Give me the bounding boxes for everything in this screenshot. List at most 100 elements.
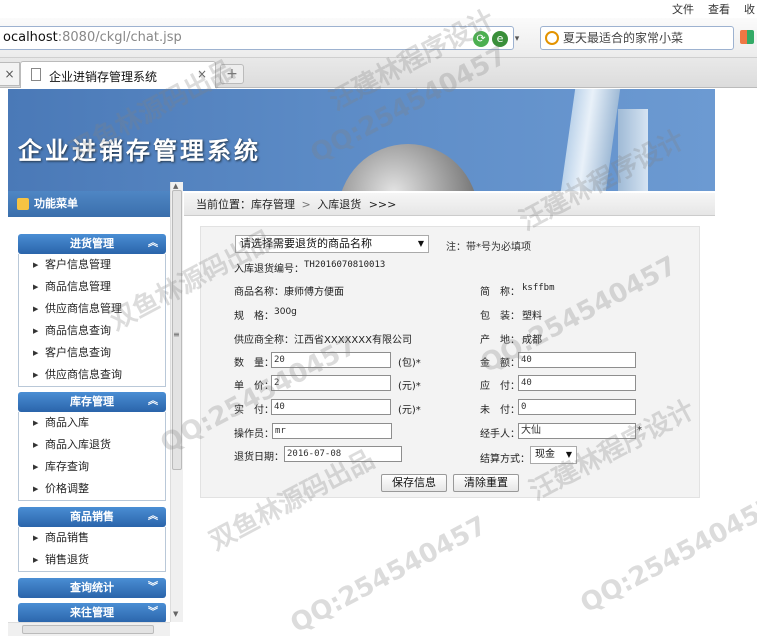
handler-input[interactable]: 大仙 [518,423,636,439]
arrow-right-icon: ▶ [33,371,39,379]
url-host: ocalhost [3,30,58,45]
sidebar-item-goods-manage[interactable]: ▶ 商品信息管理 [19,276,165,298]
hscrollbar-thumb[interactable] [22,625,154,634]
sidebar-item-goods-sales[interactable]: ▶ 商品销售 [19,527,165,549]
globe-image [338,144,478,191]
package-label: 包 装： [480,311,520,322]
sidebar-item-customer-query[interactable]: ▶ 客户信息查询 [19,342,165,364]
sidebar-item-label: 商品信息查询 [45,324,111,337]
return-form: 请选择需要退货的商品名称 ▼ 注：带*号为必填项 入库退货编号： TH201607… [200,226,700,498]
sidebar-hscrollbar[interactable] [8,622,170,636]
menu-group-label: 来往管理 [70,606,114,619]
quantity-unit: (包)* [398,358,421,369]
site-title: 企业进销存管理系统 [18,136,261,165]
supplier-label: 供应商全称： [234,335,294,346]
search-input[interactable]: 夏天最适合的家常小菜 [540,26,734,50]
scroll-down-icon[interactable]: ▼ [173,610,178,618]
sidebar: 功能菜单 进货管理 ︽ ▶ 客户信息管理 ▶ 商品信息管理 ▶ 供应商信息管理 ▶ 商品信… [8,191,183,640]
right-margin [715,89,757,640]
chevron-down-icon: ︾ [148,582,158,593]
tab-active[interactable]: 企业进销存管理系统 × [20,61,216,88]
sidebar-item-sales-return[interactable]: ▶ 销售退货 [19,549,165,571]
amount-input[interactable]: 40 [518,352,636,368]
goods-select-value: 请选择需要退货的商品名称 [240,237,372,250]
menu-favorites[interactable]: 收 [744,1,755,17]
building-image-2 [618,109,648,191]
browser-menubar: 文件 查看 收 [0,0,757,18]
menu-file[interactable]: 文件 [672,1,694,17]
scroll-up-icon[interactable]: ▲ [173,182,178,190]
tab-bar: × 企业进销存管理系统 × + [0,58,757,88]
quantity-label: 数 量： [234,358,274,369]
menu-group-sales[interactable]: 商品销售 ︽ [18,507,166,527]
paid-unit: (元)* [398,405,421,416]
spec-value: 300g [274,307,297,317]
breadcrumb-level2[interactable]: 入库退货 [317,198,361,211]
sidebar-header: 功能菜单 [8,191,170,217]
search-icon [545,31,559,45]
arrow-right-icon: ▶ [33,534,39,542]
unpaid-label: 未 付： [480,405,520,416]
address-bar[interactable]: ocalhost:8080/ckgl/chat.jsp ⟳ e ▾ [0,26,519,50]
compat-e-icon[interactable]: e [492,31,508,47]
menu-group-dealings[interactable]: 来往管理 ︾ [18,603,166,623]
price-label: 单 价： [234,381,274,392]
save-button[interactable]: 保存信息 [381,474,447,492]
origin-label: 产 地： [480,335,520,346]
apps-grid-icon[interactable] [740,30,754,44]
sidebar-item-label: 客户信息管理 [45,258,111,271]
sidebar-header-label: 功能菜单 [34,197,78,210]
chevron-down-icon[interactable]: ▾ [509,31,525,47]
paid-input[interactable]: 40 [271,399,391,415]
menu-star-icon [17,198,29,210]
settlement-select[interactable]: 现金 ▼ [530,446,577,464]
menu-group-label: 进货管理 [70,237,114,250]
price-input[interactable]: 2 [271,375,391,391]
sidebar-item-supplier-query[interactable]: ▶ 供应商信息查询 [19,364,165,386]
sidebar-item-customer-manage[interactable]: ▶ 客户信息管理 [19,254,165,276]
return-date-input[interactable]: 2016-07-08 [284,446,402,462]
menu-group-inventory[interactable]: 库存管理 ︽ [18,392,166,412]
sidebar-item-goods-query[interactable]: ▶ 商品信息查询 [19,320,165,342]
document-icon [31,68,41,81]
payable-input[interactable]: 40 [518,375,636,391]
breadcrumb-level1[interactable]: 库存管理 [251,198,295,211]
menu-group-label: 商品销售 [70,510,114,523]
url-path: :8080/ckgl/chat.jsp [57,30,182,45]
sidebar-item-stock-query[interactable]: ▶ 库存查询 [19,456,165,478]
sidebar-item-label: 供应商信息管理 [45,302,122,315]
breadcrumb-tail: >>> [368,198,397,211]
operator-input[interactable]: mr [272,423,392,439]
price-unit: (元)* [398,381,421,392]
package-value: 塑料 [522,311,542,322]
sidebar-item-goods-stockin[interactable]: ▶ 商品入库 [19,412,165,434]
refresh-icon[interactable]: ⟳ [473,31,489,47]
arrow-right-icon: ▶ [33,327,39,335]
sidebar-item-stockin-return[interactable]: ▶ 商品入库退货 [19,434,165,456]
dropdown-arrow-icon: ▼ [565,450,572,459]
paid-label: 实 付： [234,405,274,416]
quantity-input[interactable]: 20 [271,352,391,368]
new-tab-button[interactable]: + [220,64,244,84]
return-no-value: TH2016070810013 [304,260,386,270]
tab-close-icon[interactable]: × [197,67,207,81]
arrow-right-icon: ▶ [33,261,39,269]
supplier-value: 江西省XXXXXXX有限公司 [294,335,412,346]
unpaid-input[interactable]: 0 [518,399,636,415]
sidebar-scrollbar[interactable]: ▲ ≡ ▼ [170,182,183,622]
amount-label: 金 额： [480,358,520,369]
goods-select[interactable]: 请选择需要退货的商品名称 ▼ [235,235,429,253]
menu-group-statistics[interactable]: 查询统计 ︾ [18,578,166,598]
settlement-value: 现金 [535,449,555,460]
reset-button[interactable]: 清除重置 [453,474,519,492]
sidebar-item-supplier-manage[interactable]: ▶ 供应商信息管理 [19,298,165,320]
sidebar-item-label: 商品入库退货 [45,438,111,451]
menu-group-purchase[interactable]: 进货管理 ︽ [18,234,166,254]
sidebar-item-price-adjust[interactable]: ▶ 价格调整 [19,478,165,500]
breadcrumb-sep: > [301,198,311,211]
menu-view[interactable]: 查看 [708,1,730,17]
close-icon[interactable]: × [0,62,20,86]
sidebar-item-label: 客户信息查询 [45,346,111,359]
breadcrumb-prefix: 当前位置： [196,198,251,211]
sidebar-item-label: 供应商信息查询 [45,368,122,381]
